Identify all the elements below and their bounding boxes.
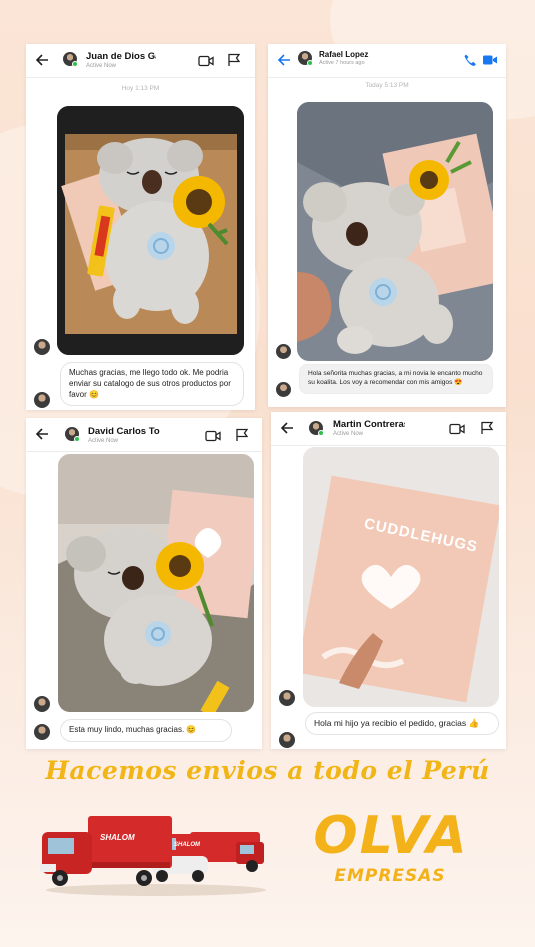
contact-status: Active Now (333, 431, 364, 437)
sender-avatar (34, 392, 50, 408)
olva-logo-subtext: EMPRESAS (334, 866, 446, 886)
chat-card-david: David Carlos Tor Active Now Esta muy lin (26, 418, 262, 749)
sender-avatar (276, 382, 291, 397)
sender-avatar (34, 724, 50, 740)
olva-logo-text: OLVA (313, 806, 469, 866)
cuddlehugs-box-photo (303, 447, 499, 707)
contact-name[interactable]: Martin Contreras (333, 419, 405, 430)
flag-icon[interactable] (479, 421, 495, 435)
message-bubble[interactable]: Hola señorita muchas gracias, a mi novia… (299, 364, 493, 394)
video-call-icon[interactable] (205, 429, 221, 443)
back-arrow-icon[interactable] (34, 426, 50, 442)
truck-brand-label: SHALOM (100, 833, 135, 842)
photo-message[interactable] (57, 106, 244, 355)
photo-message[interactable]: CUDDLEHUGS (303, 447, 499, 707)
flag-icon[interactable] (234, 428, 250, 442)
online-indicator (72, 61, 78, 67)
chat-header: Juan de Dios Gal Active Now (26, 44, 255, 78)
back-arrow-icon[interactable] (276, 52, 292, 68)
contact-name[interactable]: Juan de Dios Gal (86, 51, 156, 62)
chat-header: David Carlos Tor Active Now (26, 418, 262, 452)
video-call-icon[interactable] (449, 422, 465, 436)
chat-card-rafael: Rafael Lopez Active 7 hours ago Today 5:… (268, 44, 506, 407)
sender-avatar (276, 344, 291, 359)
contact-name[interactable]: Rafael Lopez (319, 50, 409, 59)
online-indicator (318, 430, 324, 436)
shipping-headline: Hacemos envios a todo el Perú (45, 756, 490, 785)
message-bubble[interactable]: Hola mi hijo ya recibio el pedido, graci… (305, 712, 499, 736)
koala-gift-photo (57, 106, 244, 355)
phone-call-icon[interactable] (462, 53, 478, 67)
contact-status: Active Now (88, 438, 119, 444)
sender-avatar (34, 696, 50, 712)
photo-message[interactable] (297, 102, 493, 361)
contact-name[interactable]: David Carlos Tor (88, 426, 160, 437)
sender-avatar (279, 732, 295, 748)
sender-avatar (279, 690, 295, 706)
chat-header: Rafael Lopez Active 7 hours ago (268, 44, 506, 78)
back-arrow-icon[interactable] (279, 420, 295, 436)
delivery-trucks-illustration (40, 816, 266, 896)
contact-status: Active 7 hours ago (319, 60, 365, 66)
back-arrow-icon[interactable] (34, 52, 50, 68)
message-timestamp: Hoy 1:13 PM (121, 85, 160, 92)
message-bubble[interactable]: Esta muy lindo, muchas gracias. 😊 (60, 719, 232, 742)
message-timestamp: Today 5:13 PM (365, 82, 409, 89)
chat-card-martin: Martin Contreras Active Now CUDDLEHUGS H… (271, 412, 506, 749)
koala-gift-photo (58, 454, 254, 712)
message-bubble[interactable]: Muchas gracias, me llego todo ok. Me pod… (60, 362, 244, 407)
chat-card-juan: Juan de Dios Gal Active Now Hoy 1:13 PM (26, 44, 255, 410)
flag-icon[interactable] (226, 53, 242, 67)
truck-brand-label: SHALOM (174, 842, 200, 848)
photo-message[interactable] (58, 454, 254, 712)
video-call-icon[interactable] (198, 54, 214, 68)
online-indicator (307, 60, 313, 66)
contact-status: Active Now (86, 63, 117, 69)
online-indicator (74, 436, 80, 442)
video-call-icon[interactable] (482, 53, 498, 67)
koala-gift-photo (297, 102, 493, 361)
chat-header: Martin Contreras Active Now (271, 412, 506, 446)
sender-avatar (34, 339, 50, 355)
